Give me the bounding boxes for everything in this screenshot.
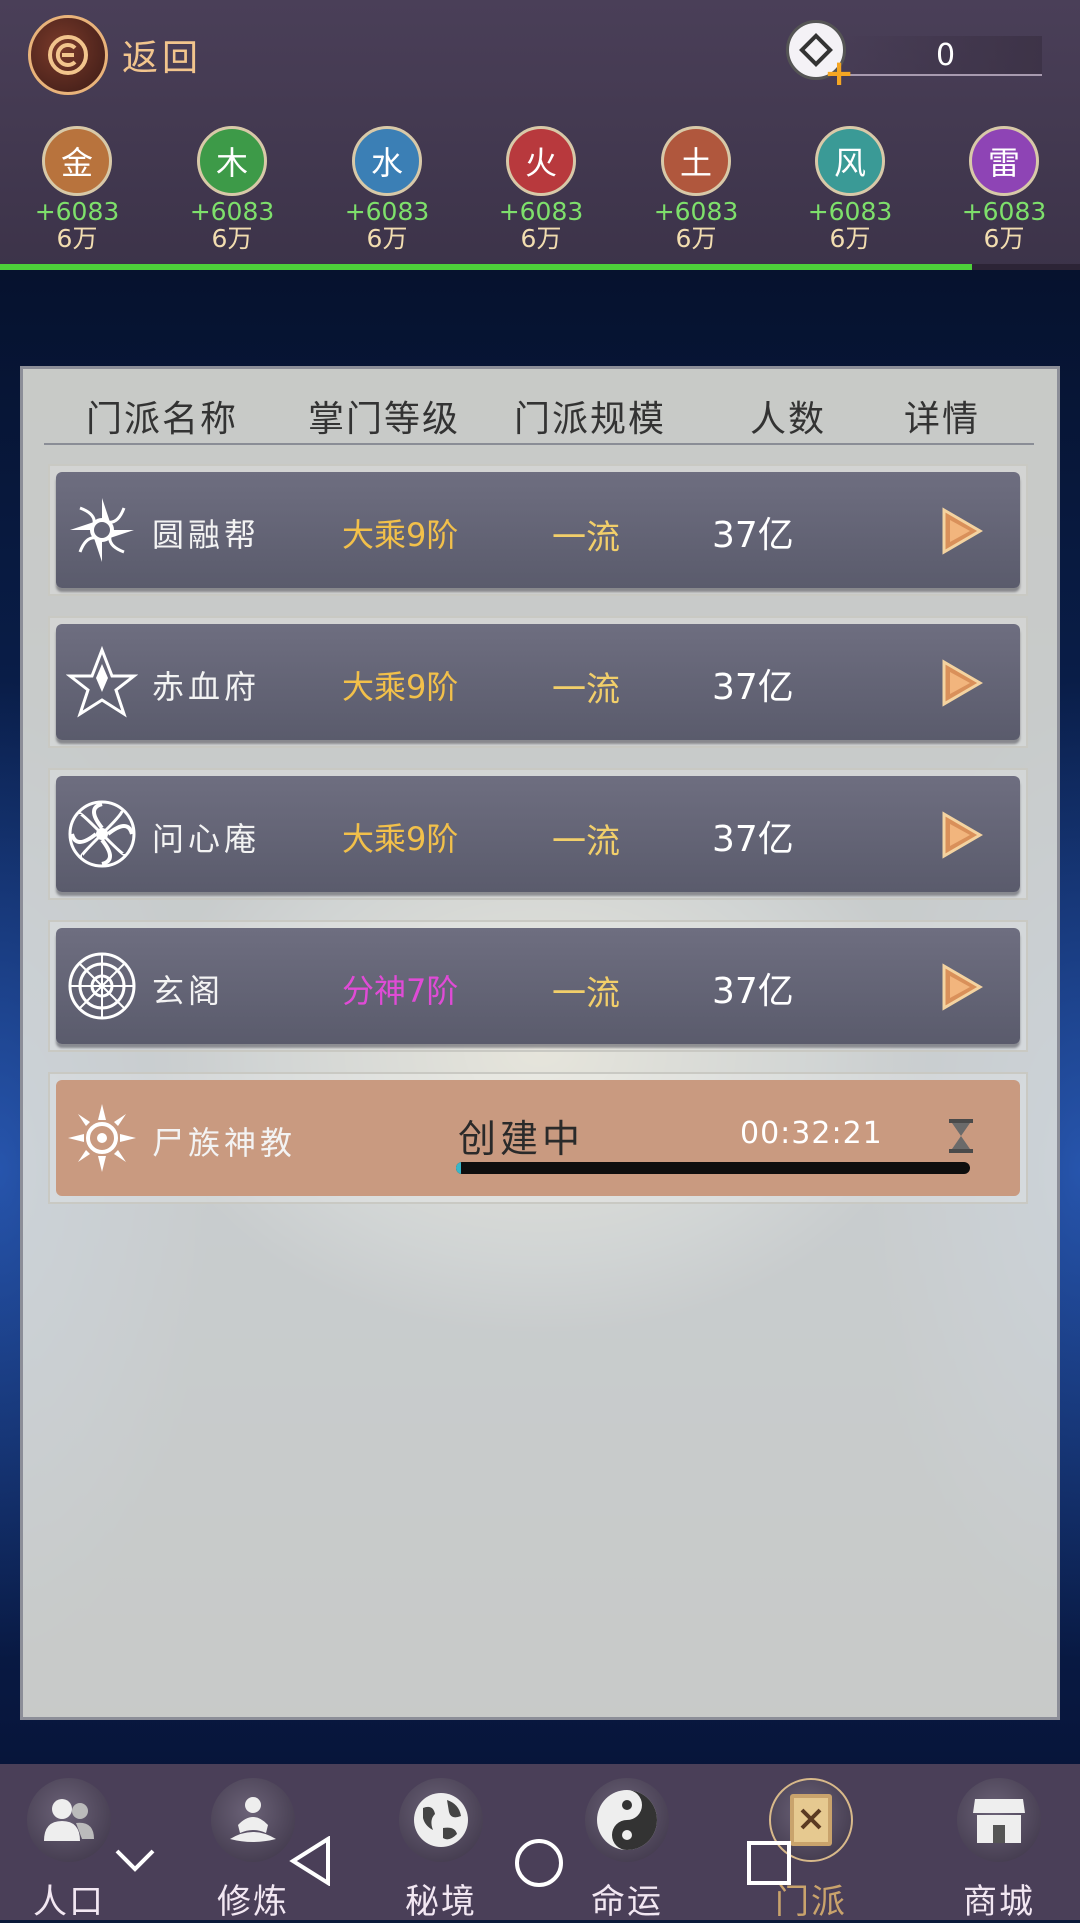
element-gain: +6083 xyxy=(344,197,430,226)
element-gain: +6083 xyxy=(807,197,893,226)
sect-row-creating: 尸族神教 创建中 00:32:21 xyxy=(48,1072,1028,1204)
header-progress-bar xyxy=(0,264,1080,270)
back-triangle-icon[interactable] xyxy=(288,1836,332,1886)
element-total: 6万 xyxy=(520,224,562,253)
play-arrow-icon[interactable] xyxy=(936,506,986,556)
yin-yang-icon xyxy=(585,1778,669,1862)
sect-scale: 一流 xyxy=(552,670,620,710)
compass-icon xyxy=(68,952,136,1020)
element-total: 6万 xyxy=(983,224,1025,253)
sect-leader-level: 大乘9阶 xyxy=(342,516,459,554)
element-item: 土 +6083 6万 xyxy=(641,126,751,252)
sect-member-count: 37亿 xyxy=(712,971,794,1012)
header-divider xyxy=(44,443,1034,445)
element-item: 水 +6083 6万 xyxy=(332,126,442,252)
element-item: 雷 +6083 6万 xyxy=(949,126,1059,252)
nav-secret-realm[interactable]: 秘境 xyxy=(386,1778,496,1922)
sect-row[interactable]: 圆融帮 大乘9阶 一流 37亿 xyxy=(48,464,1028,596)
chevron-down-icon[interactable] xyxy=(114,1848,156,1874)
creating-status: 创建中 xyxy=(458,1117,585,1161)
sect-member-count: 37亿 xyxy=(712,515,794,556)
sect-member-count: 37亿 xyxy=(712,667,794,708)
column-header-details: 详情 xyxy=(904,399,981,440)
nav-population[interactable]: 人口 xyxy=(14,1778,124,1922)
currency-display: + 0 xyxy=(786,20,1056,92)
nav-destiny[interactable]: 命运 xyxy=(572,1778,682,1922)
column-header-scale: 门派规模 xyxy=(514,399,667,440)
back-icon xyxy=(28,15,108,95)
nav-label: 商城 xyxy=(963,1882,1035,1922)
back-label: 返回 xyxy=(122,38,203,79)
sect-leader-level: 大乘9阶 xyxy=(342,820,459,858)
sect-name: 尸族神教 xyxy=(152,1124,297,1162)
play-arrow-icon[interactable] xyxy=(936,962,986,1012)
element-badge: 金 xyxy=(42,126,112,196)
sect-leader-level: 大乘9阶 xyxy=(342,668,459,706)
creation-timer: 00:32:21 xyxy=(740,1116,883,1151)
people-icon xyxy=(27,1778,111,1862)
nav-label: 人口 xyxy=(33,1882,105,1922)
star-icon xyxy=(66,646,138,718)
top-bar: 返回 + 0 金 +6083 6万木 +6083 6万水 +6083 6万火 +6083 6万土… xyxy=(0,0,1080,270)
header-progress-fill xyxy=(0,264,972,270)
element-total: 6万 xyxy=(211,224,253,253)
column-header-leader-level: 掌门等级 xyxy=(308,399,461,440)
sect-scale: 一流 xyxy=(552,518,620,558)
sect-name: 问心庵 xyxy=(152,820,261,858)
element-item: 木 +6083 6万 xyxy=(177,126,287,252)
recent-apps-square-icon[interactable] xyxy=(746,1840,792,1886)
element-gain: +6083 xyxy=(961,197,1047,226)
element-gain: +6083 xyxy=(498,197,584,226)
element-item: 金 +6083 6万 xyxy=(22,126,132,252)
sect-row[interactable]: 玄阁 分神7阶 一流 37亿 xyxy=(48,920,1028,1052)
element-total: 6万 xyxy=(829,224,871,253)
element-badge: 水 xyxy=(352,126,422,196)
sect-row[interactable]: 赤血府 大乘9阶 一流 37亿 xyxy=(48,616,1028,748)
nav-label: 秘境 xyxy=(405,1882,477,1922)
sun-icon xyxy=(68,1104,136,1172)
element-item: 风 +6083 6万 xyxy=(795,126,905,252)
nav-label: 命运 xyxy=(591,1882,663,1922)
creation-progress-bar xyxy=(456,1162,970,1174)
element-gain: +6083 xyxy=(34,197,120,226)
nav-shop[interactable]: 商城 xyxy=(944,1778,1054,1922)
element-badge: 火 xyxy=(506,126,576,196)
element-gain: +6083 xyxy=(653,197,739,226)
home-circle-icon[interactable] xyxy=(514,1838,564,1888)
column-header-members: 人数 xyxy=(750,399,827,440)
sect-leader-level: 分神7阶 xyxy=(342,972,459,1010)
meditate-icon xyxy=(211,1778,295,1862)
element-item: 火 +6083 6万 xyxy=(486,126,596,252)
sect-name: 赤血府 xyxy=(152,668,261,706)
element-badge: 雷 xyxy=(969,126,1039,196)
sect-scale: 一流 xyxy=(552,822,620,862)
add-currency-button[interactable]: + xyxy=(824,56,854,92)
element-resources: 金 +6083 6万木 +6083 6万水 +6083 6万火 +6083 6万土 +6083 6万… xyxy=(0,126,1080,260)
element-badge: 风 xyxy=(815,126,885,196)
creation-progress-fill xyxy=(456,1162,462,1174)
shop-icon xyxy=(957,1778,1041,1862)
currency-value: 0 xyxy=(936,38,956,73)
element-total: 6万 xyxy=(366,224,408,253)
element-badge: 木 xyxy=(197,126,267,196)
column-header-name: 门派名称 xyxy=(86,399,239,440)
sect-name: 圆融帮 xyxy=(152,516,261,554)
play-arrow-icon[interactable] xyxy=(936,658,986,708)
globe-icon xyxy=(399,1778,483,1862)
element-badge: 土 xyxy=(661,126,731,196)
shuriken-icon xyxy=(70,498,134,562)
element-total: 6万 xyxy=(675,224,717,253)
sect-name: 玄阁 xyxy=(152,972,225,1010)
element-total: 6万 xyxy=(56,224,98,253)
sect-scale: 一流 xyxy=(552,974,620,1014)
sect-member-count: 37亿 xyxy=(712,819,794,860)
back-button[interactable]: 返回 xyxy=(28,14,202,96)
element-gain: +6083 xyxy=(189,197,275,226)
sect-row[interactable]: 问心庵 大乘9阶 一流 37亿 xyxy=(48,768,1028,900)
hourglass-icon xyxy=(949,1119,973,1153)
play-arrow-icon[interactable] xyxy=(936,810,986,860)
swirl-icon xyxy=(68,800,136,868)
